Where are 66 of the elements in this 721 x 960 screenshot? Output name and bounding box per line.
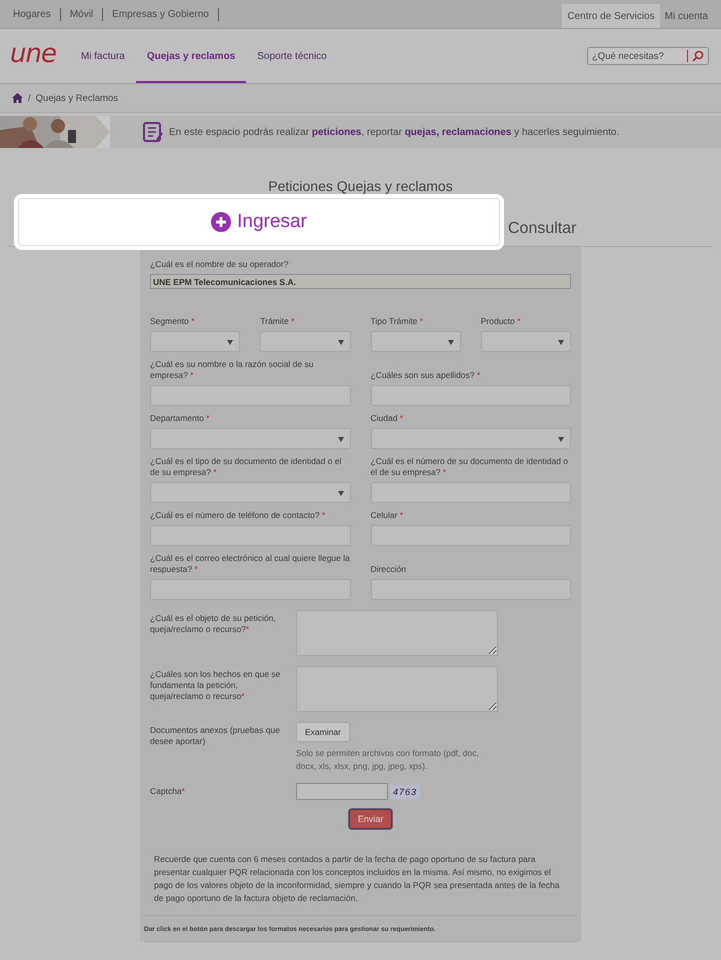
field-label: ¿Cuál es el objeto de su petición, queja/reclamo o recurso?* xyxy=(150,612,277,636)
field-label: Trámite * xyxy=(260,316,296,327)
home-icon[interactable] xyxy=(12,93,23,103)
caret-icon xyxy=(338,437,344,442)
caret-icon xyxy=(558,340,564,345)
breadcrumb-separator: / xyxy=(28,92,31,104)
top-nav-link[interactable]: Hogares xyxy=(4,8,61,20)
field-label: Ciudad * xyxy=(370,413,404,424)
field-label: Documentos anexos (pruebas que desee aportar) xyxy=(150,724,281,748)
input-field[interactable] xyxy=(150,579,350,600)
field-label: Segmento * xyxy=(150,316,196,327)
tab[interactable]: Ingresar xyxy=(14,194,504,250)
field-label: ¿Cuál es el número de teléfono de contacto? * xyxy=(150,510,326,521)
dropdown[interactable] xyxy=(150,482,350,503)
field-label: Captcha* xyxy=(150,785,186,798)
nav-link[interactable]: Soporte técnico xyxy=(246,29,338,83)
plus-icon xyxy=(211,212,232,232)
dropdown[interactable] xyxy=(150,331,240,352)
text-area[interactable] xyxy=(296,666,498,712)
notice-text: Recuerde que cuenta con 6 meses contados a partir de la fecha de pago oportuno de su factura para presentar cualquier PQR relacionada con los conceptos incluidos en la misma. Así mismo, no exigimos el pago de los valores objeto de la inconformidad, siempre y cuando la PQR sea presentada antes de la fecha de pago oportuno de la factura objeto de reclamación. xyxy=(154,853,560,905)
captcha-image: 4763 xyxy=(390,784,420,798)
field-label: ¿Cuál es el correo electrónico al cual quiere llegue la respuesta? * xyxy=(150,553,350,575)
input-field[interactable] xyxy=(150,385,350,406)
send-button[interactable]: Enviar xyxy=(348,809,392,829)
field-label: ¿Cuál es el tipo de su documento de identidad o el de su empresa? * xyxy=(150,456,342,478)
file-format-note: Solo se permiten archivos con formato (pdf, doc, docx, xls, xlsx, png, jpg, jpeg, xps). xyxy=(296,747,480,773)
dropdown[interactable] xyxy=(370,331,461,352)
caret-icon xyxy=(448,340,454,345)
input-field[interactable] xyxy=(370,579,571,600)
field-label: Departamento * xyxy=(150,413,211,424)
field-label: Celular * xyxy=(370,510,404,521)
caret-icon xyxy=(338,340,344,345)
top-nav-link[interactable]: Móvil xyxy=(60,8,104,20)
logo[interactable]: une xyxy=(10,41,56,67)
field-label: ¿Cuál es el nombre de su operador? xyxy=(150,259,290,270)
input-field[interactable] xyxy=(370,482,571,503)
field-label: Dirección xyxy=(370,564,407,575)
caret-icon xyxy=(338,491,344,496)
top-nav-link[interactable]: Empresas y Gobierno xyxy=(103,8,219,20)
form-icon xyxy=(143,122,163,142)
field-label: ¿Cuáles son los hechos en que se fundamenta la petición, queja/reclamo o recurso* xyxy=(150,668,282,703)
input-field[interactable] xyxy=(150,525,350,546)
browse-button[interactable]: Examinar xyxy=(296,722,350,742)
field-label: Producto * xyxy=(480,316,522,327)
field-label: ¿Cuál es el número de su documento de identidad o el de su empresa? * xyxy=(370,456,570,478)
breadcrumb-link[interactable]: Quejas y Reclamos xyxy=(36,92,118,104)
dropdown[interactable] xyxy=(150,428,350,449)
banner-text: En este espacio podrás realizar peticiones, reportar quejas, reclamaciones y hacerles seguimiento. xyxy=(169,126,620,138)
page-title: Peticiones Quejas y reclamos xyxy=(268,178,453,194)
dropdown[interactable] xyxy=(480,331,571,352)
tab[interactable]: Consultar xyxy=(504,212,582,246)
caret-icon xyxy=(227,340,234,345)
caret-icon xyxy=(558,437,564,442)
operator-field: UNE EPM Telecomunicaciones S.A. xyxy=(150,274,571,289)
field-label: ¿Cuál es su nombre o la razón social de su empresa? * xyxy=(150,359,314,381)
captcha-field[interactable] xyxy=(296,783,388,800)
text-area[interactable] xyxy=(296,610,498,656)
top-tab[interactable]: Mi cuenta xyxy=(660,4,713,28)
field-label: Tipo Trámite * xyxy=(370,316,424,327)
dropdown[interactable] xyxy=(370,428,571,449)
field-label: ¿Cuáles son sus apellidos? * xyxy=(370,370,482,381)
input-field[interactable] xyxy=(370,385,571,406)
nav-link[interactable]: Mi factura xyxy=(70,29,136,83)
top-tab[interactable]: Centro de Servicios xyxy=(562,4,660,28)
dropdown[interactable] xyxy=(260,331,350,352)
input-field[interactable] xyxy=(370,525,571,546)
